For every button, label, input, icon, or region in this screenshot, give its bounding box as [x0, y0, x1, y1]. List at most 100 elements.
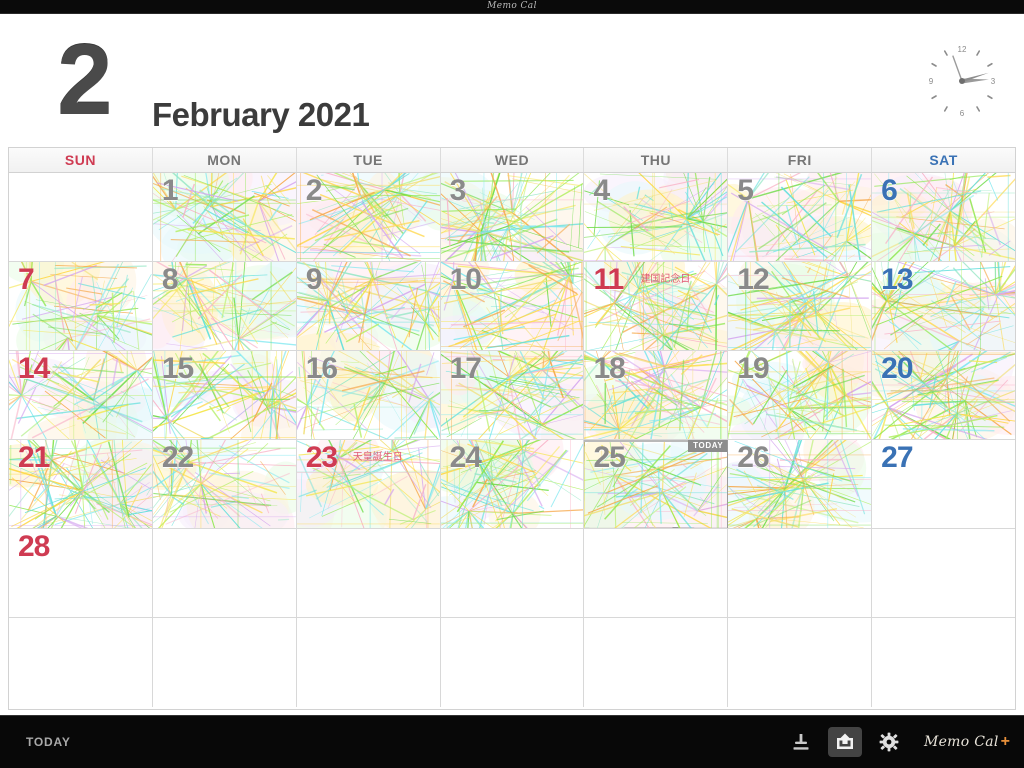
calendar-grid: SUN MON TUE WED THU FRI SAT 1 2 3 4 5 6 7 8 9 10 11 建国記念日… [8, 147, 1016, 710]
day-cell-9[interactable]: 9 [296, 262, 441, 350]
day-cell-14[interactable]: 14 [9, 351, 153, 439]
today-button[interactable]: TODAY [26, 735, 71, 749]
day-number: 3 [449, 174, 467, 207]
day-cell-15[interactable]: 15 [152, 351, 297, 439]
day-number: 13 [881, 263, 913, 296]
day-cell-empty[interactable] [9, 618, 153, 707]
day-cell-24[interactable]: 24 [440, 440, 585, 528]
day-cell-empty[interactable] [440, 618, 585, 707]
weekday-header-thu: THU [584, 148, 729, 172]
week-row: 21 22 23 天皇誕生日 24 25 TODAY 26 27 [9, 440, 1016, 529]
day-cell-empty[interactable] [728, 529, 873, 617]
month-title[interactable]: February 2021 [152, 98, 370, 131]
day-cell-4[interactable]: 4 [584, 173, 729, 261]
day-number: 27 [881, 441, 913, 474]
holiday-label: 建国記念日 [640, 274, 691, 285]
day-number: 11 [593, 263, 624, 296]
weekday-header-sun: SUN [9, 148, 153, 172]
day-number: 5 [737, 174, 754, 207]
calendar-header: 2 February 2021 12 3 6 9 [0, 14, 1024, 147]
day-cell-25[interactable]: 25 TODAY [584, 440, 729, 528]
day-number: 26 [737, 441, 769, 474]
day-number: 9 [305, 263, 323, 296]
day-cell-21[interactable]: 21 [9, 440, 153, 528]
day-cell-28[interactable]: 28 [9, 529, 153, 617]
analog-clock-icon: 12 3 6 9 [917, 36, 1007, 126]
day-cell-18[interactable]: 18 [584, 351, 729, 439]
clock-label-9: 9 [929, 77, 934, 86]
day-number: 4 [593, 174, 610, 207]
day-number: 14 [18, 352, 50, 385]
day-cell-empty[interactable] [584, 529, 729, 617]
weekday-header-sat: SAT [929, 152, 958, 168]
clock-center-pin [959, 78, 965, 84]
day-cell-2[interactable]: 2 [296, 173, 441, 261]
weekday-header-tue: TUE [297, 148, 441, 172]
day-cell-12[interactable]: 12 [728, 262, 873, 350]
day-number: 22 [161, 441, 194, 474]
day-cell-empty[interactable] [296, 529, 441, 617]
day-cell-empty[interactable] [728, 618, 873, 707]
day-number: 17 [449, 352, 482, 385]
day-cell-19[interactable]: 19 [728, 351, 873, 439]
clock-second-hand [952, 55, 963, 82]
day-cell-22[interactable]: 22 [152, 440, 297, 528]
day-number: 15 [161, 352, 194, 385]
day-cell-26[interactable]: 26 [728, 440, 873, 528]
day-cell-3[interactable]: 3 [440, 173, 585, 261]
weekday-header-row: SUN MON TUE WED THU FRI SAT [9, 148, 1015, 173]
day-cell-13[interactable]: 13 [872, 262, 1016, 350]
week-row: 7 8 9 10 11 建国記念日 12 13 [9, 262, 1016, 351]
day-cell-17[interactable]: 17 [440, 351, 585, 439]
today-badge: TODAY [688, 440, 728, 452]
day-number: 1 [161, 174, 179, 207]
day-cell-27[interactable]: 27 [872, 440, 1016, 528]
day-cell-7[interactable]: 7 [9, 262, 153, 350]
day-cell-6[interactable]: 6 [872, 173, 1016, 261]
day-cell-empty[interactable] [872, 529, 1016, 617]
day-cell-empty[interactable] [296, 618, 441, 707]
day-cell-1[interactable]: 1 [152, 173, 297, 261]
status-bar: Memo Cal [0, 0, 1024, 14]
day-number: 24 [449, 441, 482, 474]
week-row [9, 618, 1016, 707]
day-number: 28 [18, 530, 50, 563]
day-cell-11[interactable]: 11 建国記念日 [584, 262, 729, 350]
weekday-header-fri: FRI [728, 148, 873, 172]
day-number: 10 [449, 263, 482, 296]
day-cell-16[interactable]: 16 [296, 351, 441, 439]
day-cell-8[interactable]: 8 [152, 262, 297, 350]
weekday-header-wed: WED [441, 148, 585, 172]
day-cell-empty[interactable] [872, 618, 1016, 707]
day-cell-20[interactable]: 20 [872, 351, 1016, 439]
day-number: 7 [18, 263, 35, 296]
weekday-header-mon: MON [153, 148, 297, 172]
toolbar-actions: Memo Cal + [784, 727, 1010, 757]
day-cell-5[interactable]: 5 [728, 173, 873, 261]
holiday-label: 天皇誕生日 [352, 452, 403, 463]
stamp-icon[interactable] [784, 727, 818, 757]
day-number: 12 [737, 263, 769, 296]
app-logo-text: Memo Cal [923, 734, 999, 750]
day-cell-23[interactable]: 23 天皇誕生日 [296, 440, 441, 528]
day-number: 6 [881, 174, 898, 207]
week-row: 28 [9, 529, 1016, 618]
clock-label-12: 12 [958, 45, 967, 54]
app-logo[interactable]: Memo Cal + [923, 733, 1010, 751]
weeks-container: 1 2 3 4 5 6 7 8 9 10 11 建国記念日 12 13 14 15 16 17 18 19 20 21 22… [9, 173, 1016, 707]
status-bar-title: Memo Cal [487, 1, 537, 11]
day-number: 18 [593, 352, 625, 385]
share-icon[interactable] [827, 727, 862, 757]
bottom-toolbar: TODAY Memo Cal + [0, 715, 1024, 768]
day-cell-empty[interactable] [9, 173, 153, 261]
day-cell-empty[interactable] [152, 618, 297, 707]
gear-icon[interactable] [872, 727, 906, 757]
app-logo-plus: + [1000, 733, 1010, 750]
clock-label-3: 3 [991, 77, 996, 86]
clock-label-6: 6 [960, 109, 965, 118]
day-cell-empty[interactable] [152, 529, 297, 617]
day-cell-empty[interactable] [440, 529, 585, 617]
day-cell-empty[interactable] [584, 618, 729, 707]
day-number: 23 [305, 441, 338, 474]
day-cell-10[interactable]: 10 [440, 262, 585, 350]
